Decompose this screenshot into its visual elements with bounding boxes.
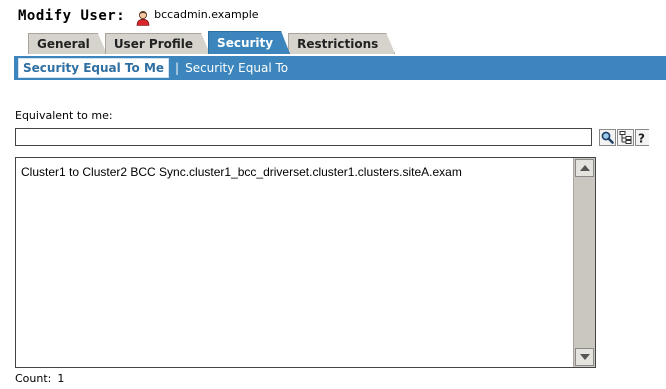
svg-text:?: ? [638, 132, 645, 146]
scroll-up-button[interactable] [575, 159, 594, 177]
equivalent-label: Equivalent to me: [15, 109, 113, 122]
search-button[interactable] [599, 129, 616, 146]
tab-restrictions[interactable]: Restrictions [288, 33, 395, 54]
subnav-security-equal-to-me[interactable]: Security Equal To Me [18, 58, 170, 78]
page-title: Modify User: [18, 8, 126, 24]
count-label: Count: [15, 372, 52, 385]
browse-button[interactable] [617, 129, 634, 146]
count-row: Count: 1 [15, 372, 64, 386]
tab-general[interactable]: General [28, 33, 107, 54]
user-icon [136, 11, 150, 26]
subnav-bar: Security Equal To Me | Security Equal To [14, 56, 666, 80]
browse-tree-icon [619, 131, 632, 144]
help-button[interactable]: ? [635, 129, 649, 146]
search-icon [601, 131, 614, 144]
list-item[interactable]: Cluster1 to Cluster2 BCC Sync.cluster1_b… [21, 165, 569, 179]
arrow-up-icon [580, 165, 590, 171]
equivalent-listbox[interactable]: Cluster1 to Cluster2 BCC Sync.cluster1_b… [15, 157, 596, 368]
help-icon: ? [638, 132, 645, 146]
count-value: 1 [57, 372, 65, 385]
scroll-down-button[interactable] [575, 348, 594, 366]
modify-user-page: Modify User: bccadmin.example General Us… [0, 0, 666, 389]
title-row: Modify User: bccadmin.example [18, 6, 259, 28]
tab-strip: General User Profile Security Restrictio… [28, 32, 393, 54]
arrow-down-icon [580, 354, 590, 360]
tab-security[interactable]: Security [208, 31, 290, 54]
listbox-scrollbar[interactable] [573, 158, 595, 367]
equivalent-input[interactable] [15, 128, 592, 146]
subnav-security-equal-to[interactable]: Security Equal To [185, 61, 288, 75]
user-name: bccadmin.example [154, 8, 259, 21]
subnav-separator: | [175, 61, 180, 75]
tab-user-profile[interactable]: User Profile [105, 33, 210, 54]
